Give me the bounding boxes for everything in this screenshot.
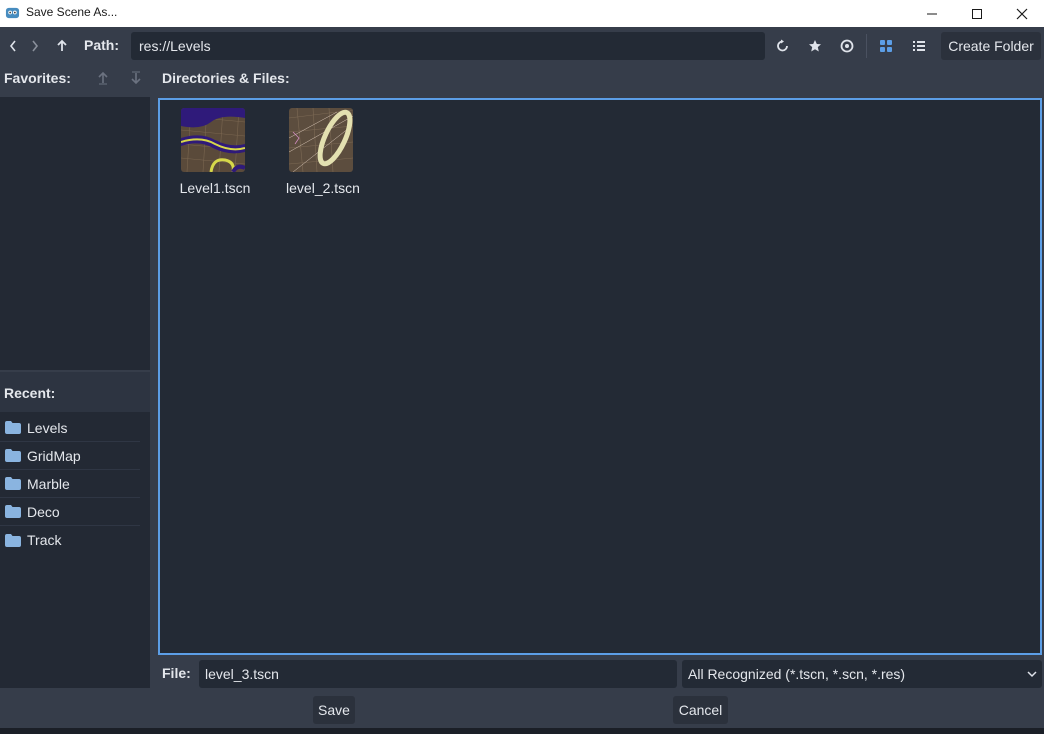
recent-label: Recent: <box>4 385 56 401</box>
arrow-up-icon <box>57 39 67 51</box>
list-view-icon <box>913 41 925 51</box>
file-type-filter[interactable]: All Recognized (*.tscn, *.scn, *.res) <box>682 660 1042 688</box>
file-type-filter-value: All Recognized (*.tscn, *.scn, *.res) <box>688 666 906 682</box>
file-label: File: <box>162 665 191 681</box>
favorite-move-up-button[interactable] <box>90 65 116 91</box>
recent-item-label: Deco <box>27 503 60 520</box>
background-strip <box>0 728 1044 734</box>
grid-view-button[interactable] <box>873 33 899 59</box>
favorite-move-down-button[interactable] <box>123 65 149 91</box>
file-name: level_2.tscn <box>286 180 360 196</box>
toolbar-separator <box>866 34 867 58</box>
window-title: Save Scene As... <box>26 5 118 19</box>
minimize-icon <box>927 13 937 14</box>
folder-icon <box>5 449 21 462</box>
maximize-icon <box>972 8 982 19</box>
file-item-level1[interactable]: Level1.tscn <box>169 108 261 202</box>
close-button[interactable] <box>999 0 1044 27</box>
arrow-down-icon <box>131 71 141 85</box>
arrow-up-icon <box>98 71 108 85</box>
recent-item-label: Levels <box>27 419 68 436</box>
chevron-right-icon <box>32 40 39 52</box>
godot-app-icon <box>5 7 20 19</box>
file-name-input[interactable]: level_3.tscn <box>199 660 677 688</box>
close-icon <box>1016 8 1028 19</box>
eye-icon <box>840 39 854 53</box>
list-view-button[interactable] <box>906 33 932 59</box>
chevron-down-icon <box>1027 671 1037 678</box>
recent-item-track[interactable]: Track <box>0 526 140 554</box>
folder-icon <box>5 533 21 547</box>
folder-icon <box>5 505 21 518</box>
folder-icon <box>5 477 21 490</box>
directories-files-label: Directories & Files: <box>162 70 290 86</box>
cancel-button[interactable]: Cancel <box>673 696 728 724</box>
chevron-left-icon <box>9 40 16 52</box>
recent-item-levels[interactable]: Levels <box>0 414 140 442</box>
grid-view-icon <box>880 40 892 52</box>
star-icon <box>809 40 821 52</box>
refresh-button[interactable] <box>770 33 796 59</box>
scene-thumbnail <box>289 108 353 172</box>
scene-thumbnail <box>181 108 245 172</box>
toggle-hidden-button[interactable] <box>834 33 860 59</box>
window-titlebar: Save Scene As... <box>0 0 1044 27</box>
refresh-icon <box>777 39 788 52</box>
maximize-button[interactable] <box>954 0 1000 27</box>
forward-button[interactable] <box>22 33 48 59</box>
favorite-button[interactable] <box>802 33 828 59</box>
recent-header: Recent: <box>0 372 150 412</box>
recent-item-label: Marble <box>27 475 70 492</box>
path-label: Path: <box>84 37 119 53</box>
favorites-list[interactable] <box>0 97 150 370</box>
recent-item-marble[interactable]: Marble <box>0 470 140 498</box>
recent-item-label: GridMap <box>27 447 81 464</box>
save-button[interactable]: Save <box>313 696 355 724</box>
favorites-label: Favorites: <box>4 70 71 86</box>
recent-item-label: Track <box>27 532 62 548</box>
file-item-level2[interactable]: level_2.tscn <box>277 108 369 202</box>
file-name: Level1.tscn <box>179 180 251 196</box>
create-folder-button[interactable]: Create Folder <box>941 32 1041 60</box>
path-input[interactable]: res://Levels <box>131 32 765 60</box>
minimize-button[interactable] <box>909 0 955 27</box>
recent-item-deco[interactable]: Deco <box>0 498 140 526</box>
files-grid[interactable]: Level1.tscn level_2.tscn <box>158 98 1042 655</box>
recent-item-gridmap[interactable]: GridMap <box>0 442 140 470</box>
recent-list: Levels GridMap Marble Deco Track <box>0 412 150 688</box>
folder-icon <box>5 421 21 434</box>
go-up-button[interactable] <box>49 33 75 59</box>
